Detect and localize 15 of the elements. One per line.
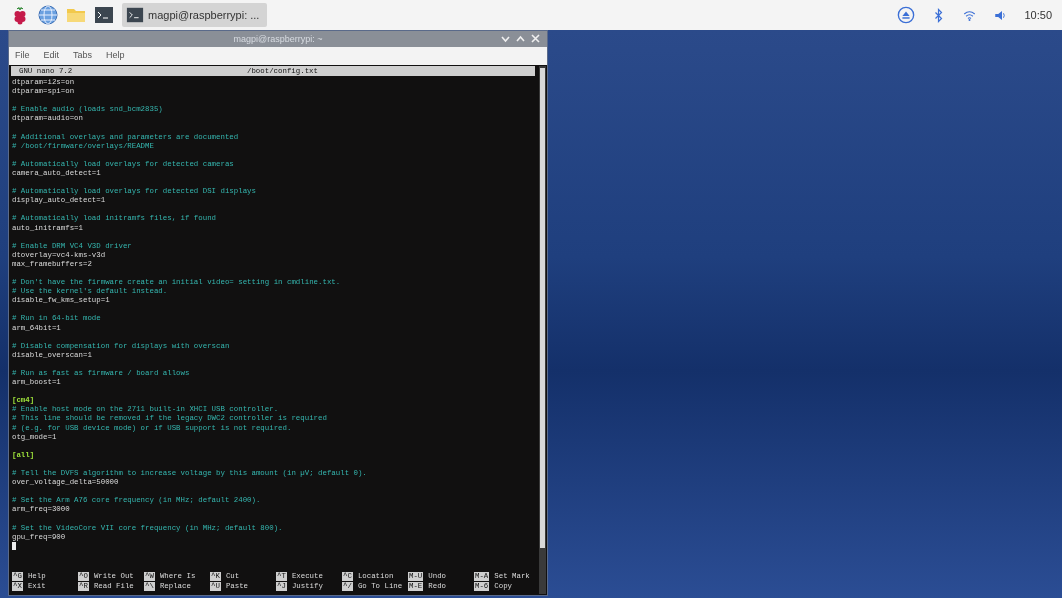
menu-item[interactable]: Tabs xyxy=(71,49,95,63)
window-title: magpi@raspberrypi: ~ xyxy=(233,34,323,44)
terminal-icon[interactable] xyxy=(94,5,114,25)
eject-icon[interactable] xyxy=(897,6,916,24)
text-cursor xyxy=(12,541,16,550)
globe-icon[interactable] xyxy=(38,5,58,25)
scrollbar[interactable] xyxy=(539,66,546,594)
taskbar-window-button[interactable]: magpi@raspberrypi: ... xyxy=(122,3,268,27)
menu-item[interactable]: Help xyxy=(104,49,127,63)
terminal-icon xyxy=(126,6,144,24)
menu-item[interactable]: Edit xyxy=(41,49,62,63)
clock[interactable]: 10:50 xyxy=(1024,6,1052,24)
menu-item[interactable]: File xyxy=(13,49,32,63)
maximize-button[interactable] xyxy=(515,33,526,44)
close-button[interactable] xyxy=(530,33,541,44)
